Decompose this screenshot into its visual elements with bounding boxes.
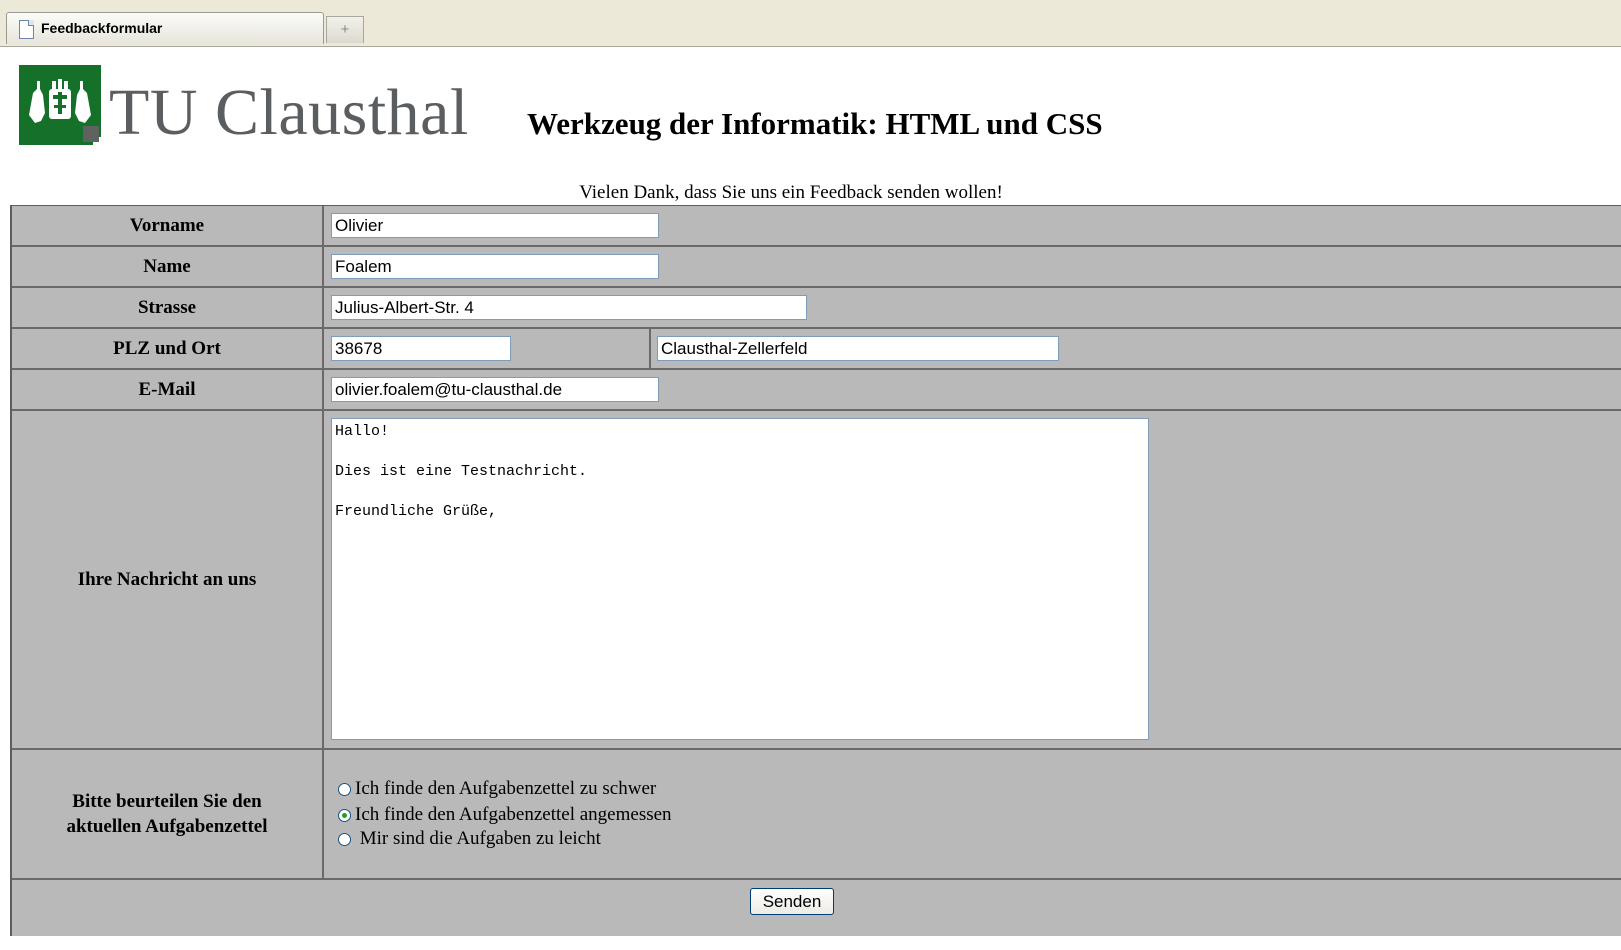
logo-square <box>83 126 99 142</box>
rating-option-too-easy[interactable]: Mir sind die Aufgaben zu leicht <box>338 827 601 851</box>
radio-button[interactable] <box>338 782 351 796</box>
page-heading: Werkzeug der Informatik: HTML und CSS <box>527 106 1103 141</box>
row-divider <box>324 409 1621 411</box>
feedback-form: Vorname Name Strasse PLZ und Ort E-Mail … <box>10 205 1621 936</box>
row-divider <box>324 327 1621 329</box>
strasse-field[interactable] <box>331 295 807 320</box>
rating-option-too-hard[interactable]: Ich finde den Aufgabenzettel zu schwer <box>338 777 656 801</box>
email-field[interactable] <box>331 377 659 402</box>
radio-button-selected[interactable] <box>338 808 351 822</box>
radio-button[interactable] <box>338 832 351 846</box>
new-tab-button[interactable]: + <box>326 16 364 43</box>
message-label: Ihre Nachricht an uns <box>12 411 324 750</box>
rating-option-label: Mir sind die Aufgaben zu leicht <box>355 828 601 849</box>
rating-option-label: Ich finde den Aufgabenzettel angemessen <box>355 804 672 825</box>
name-label: Name <box>12 247 324 288</box>
plz-ort-divider <box>649 329 651 370</box>
strasse-label: Strasse <box>12 288 324 329</box>
intro-text: Vielen Dank, dass Sie uns ein Feedback s… <box>579 182 1003 203</box>
email-label: E-Mail <box>12 370 324 411</box>
row-divider <box>324 286 1621 288</box>
ort-field[interactable] <box>657 336 1059 361</box>
row-divider <box>12 878 1621 880</box>
vorname-label: Vorname <box>12 206 324 247</box>
page-icon <box>19 20 34 39</box>
message-textarea[interactable]: Hallo! Dies ist eine Testnachricht. Freu… <box>331 418 1149 740</box>
university-logo-text: TU Clausthal <box>109 76 469 149</box>
submit-button[interactable]: Senden <box>750 888 834 915</box>
vorname-field[interactable] <box>331 213 659 238</box>
tab-title: Feedbackformular <box>41 20 163 36</box>
rating-option-label: Ich finde den Aufgabenzettel zu schwer <box>355 778 657 799</box>
plz-field[interactable] <box>331 336 511 361</box>
rating-option-appropriate[interactable]: Ich finde den Aufgabenzettel angemessen <box>338 803 672 827</box>
row-divider <box>324 245 1621 247</box>
plz-ort-label: PLZ und Ort <box>12 329 324 370</box>
row-divider <box>324 368 1621 370</box>
row-divider <box>324 748 1621 750</box>
browser-tab[interactable]: Feedbackformular <box>6 12 324 44</box>
rating-label: Bitte beurteilen Sie den aktuellen Aufga… <box>12 750 324 880</box>
browser-tab-bar: Feedbackformular + <box>0 0 1621 47</box>
name-field[interactable] <box>331 254 659 279</box>
